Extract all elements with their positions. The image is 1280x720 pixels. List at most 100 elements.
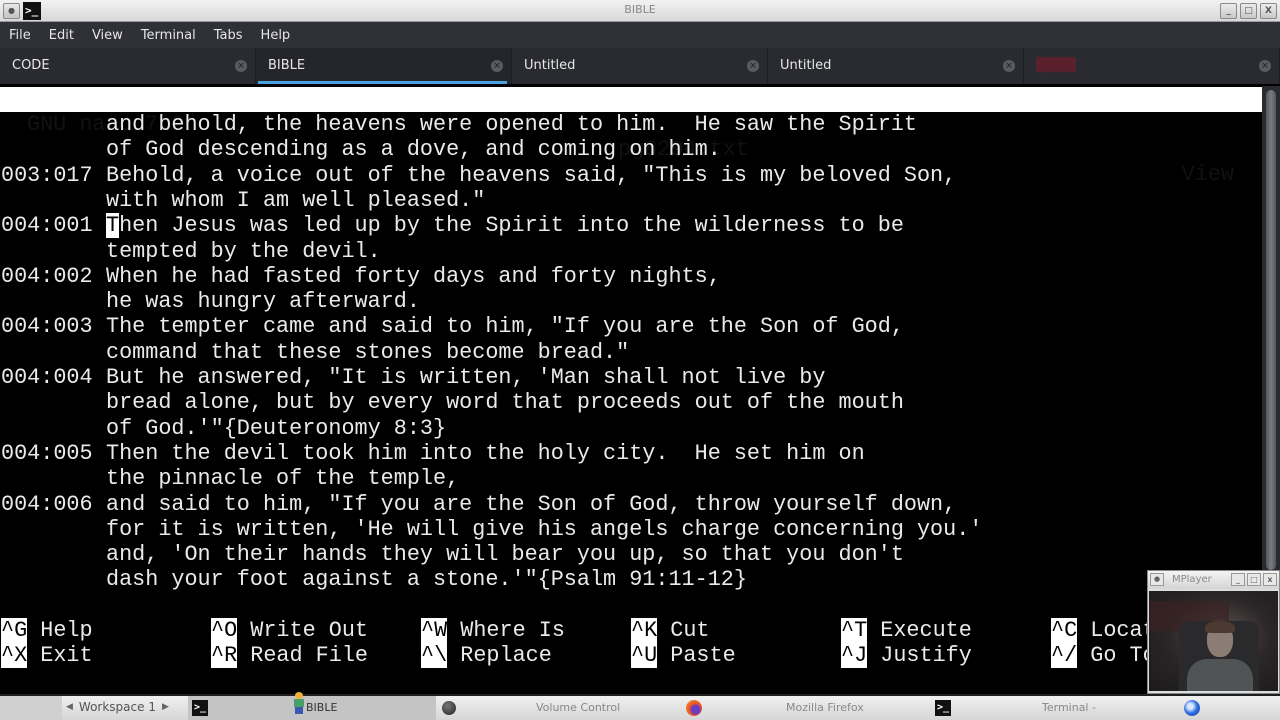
tab-alert[interactable]: ▒▒▒▒ ×	[1024, 48, 1280, 84]
webcam-video	[1149, 591, 1278, 691]
shortcut-cut[interactable]: ^K Cut	[631, 618, 710, 643]
scrollbar-thumb[interactable]	[1266, 90, 1276, 570]
continuation-line: of God.'"{Deuteronomy 8:3}	[1, 416, 446, 441]
tab-close-icon[interactable]: ×	[491, 60, 503, 72]
task-bible[interactable]: >_ BIBLE	[188, 692, 436, 720]
tab-label: CODE	[12, 58, 50, 73]
tab-untitled-2[interactable]: Untitled ×	[768, 48, 1024, 84]
verse-line: 004:005 Then the devil took him into the …	[1, 441, 865, 466]
continuation-line: the pinnacle of the temple,	[1, 466, 459, 491]
menu-terminal[interactable]: Terminal	[141, 28, 196, 43]
menu-tabs[interactable]: Tabs	[214, 28, 243, 43]
verse-text: When he had fasted forty days and forty …	[106, 263, 721, 289]
tab-label: ▒▒▒▒	[1036, 58, 1076, 73]
terminal-icon: >_	[935, 700, 951, 716]
verse-line: 003:017 Behold, a voice out of the heaven…	[1, 163, 956, 188]
verse-text: the pinnacle of the temple,	[106, 466, 460, 492]
maximize-button[interactable]: □	[1240, 3, 1257, 19]
tab-bible[interactable]: BIBLE ×	[256, 48, 512, 84]
verse-reference: 004:004	[1, 365, 93, 390]
nano-header: GNU nano 7.2 pg8294.txt View	[0, 87, 1262, 187]
verse-text: bread alone, but by every word that proc…	[106, 390, 904, 416]
shortcut-paste[interactable]: ^U Paste	[631, 643, 736, 668]
menu-file[interactable]: File	[9, 28, 31, 43]
continuation-line: for it is written, 'He will give his ang…	[1, 517, 982, 542]
verse-reference: 004:003	[1, 314, 93, 340]
tab-close-icon[interactable]: ×	[1259, 60, 1271, 72]
continuation-line: dash your foot against a stone.'"{Psalm …	[1, 567, 747, 592]
continuation-line: he was hungry afterward.	[1, 289, 420, 314]
terminal-icon: >_	[192, 700, 208, 716]
verse-text: of God descending as a dove, and coming …	[106, 137, 721, 163]
continuation-line: command that these stones become bread."	[1, 340, 629, 365]
continuation-line: of God descending as a dove, and coming …	[1, 137, 721, 162]
shortcut-execute[interactable]: ^T Execute	[841, 618, 972, 643]
shortcut-exit[interactable]: ^X Exit	[1, 643, 93, 668]
shortcut-justify[interactable]: ^J Justify	[841, 643, 972, 668]
task-terminal[interactable]: >_ Terminal -	[934, 696, 1180, 720]
task-thunderbird[interactable]	[1182, 696, 1280, 720]
workspace-label: Workspace 1	[78, 700, 156, 714]
continuation-line: bread alone, but by every word that proc…	[1, 390, 904, 415]
verse-text: he was hungry afterward.	[106, 289, 420, 315]
verse-line: 004:003 The tempter came and said to him,…	[1, 314, 904, 339]
verse-line: 004:006 and said to him, "If you are the …	[1, 492, 956, 517]
prev-workspace-icon[interactable]: ◀	[66, 702, 73, 712]
shortcut-read-file[interactable]: ^R Read File	[211, 643, 368, 668]
mplayer-menu-icon[interactable]: ●	[1150, 573, 1164, 586]
verse-text: hen Jesus was led up by the Spirit into …	[119, 213, 904, 239]
tab-close-icon[interactable]: ×	[1003, 60, 1015, 72]
mplayer-minimize-button[interactable]: _	[1231, 573, 1245, 586]
menu-help[interactable]: Help	[261, 28, 291, 43]
nano-mode: View	[1181, 162, 1234, 187]
text-cursor: T	[106, 213, 120, 239]
tab-close-icon[interactable]: ×	[747, 60, 759, 72]
terminal-view[interactable]: GNU nano 7.2 pg8294.txt View and behold,…	[0, 86, 1262, 690]
tab-label: BIBLE	[268, 58, 306, 73]
verse-line: 004:001 Then Jesus was led up by the Spir…	[1, 213, 904, 239]
tab-untitled-1[interactable]: Untitled ×	[512, 48, 768, 84]
shortcut-replace[interactable]: ^\ Replace	[421, 643, 552, 668]
verse-text: and said to him, "If you are the Son of …	[106, 491, 957, 517]
window-title: BIBLE	[624, 3, 656, 16]
taskbar: ◀ Workspace 1 ▶ >_ BIBLE Volume Control …	[0, 692, 1280, 720]
mplayer-close-button[interactable]: x	[1263, 573, 1277, 586]
shortcut-go-to[interactable]: ^/ Go To	[1051, 643, 1156, 668]
verse-reference: 003:017	[1, 162, 93, 188]
task-firefox[interactable]: Mozilla Firefox	[684, 696, 932, 720]
menubar: File Edit View Terminal Tabs Help	[0, 22, 1280, 48]
mplayer-window[interactable]: ● MPlayer _ □ x	[1147, 570, 1280, 694]
verse-text: But he answered, "It is written, 'Man sh…	[106, 365, 826, 390]
verse-text: and, 'On their hands they will bear you …	[106, 542, 904, 568]
tab-close-icon[interactable]: ×	[235, 60, 247, 72]
shortcut-write-out[interactable]: ^O Write Out	[211, 618, 368, 643]
verse-text: and behold, the heavens were opened to h…	[106, 112, 917, 137]
task-volume-control[interactable]: Volume Control	[438, 696, 682, 720]
close-button[interactable]: X	[1260, 3, 1277, 19]
window-titlebar[interactable]: ● >_ BIBLE _ □ X	[0, 0, 1280, 22]
thunderbird-icon	[1184, 700, 1200, 716]
minimize-button[interactable]: _	[1220, 3, 1237, 19]
verse-reference: 004:005	[1, 440, 93, 466]
verse-text: dash your foot against a stone.'"{Psalm …	[106, 567, 747, 593]
tab-bar: CODE × BIBLE × Untitled × Untitled × ▒▒▒…	[0, 48, 1280, 84]
verse-text: Then the devil took him into the holy ci…	[106, 440, 865, 466]
next-workspace-icon[interactable]: ▶	[162, 702, 169, 712]
menu-edit[interactable]: Edit	[49, 28, 74, 43]
verse-line: 004:002 When he had fasted forty days and…	[1, 264, 721, 289]
verse-text: The tempter came and said to him, "If yo…	[106, 314, 904, 340]
mplayer-maximize-button[interactable]: □	[1247, 573, 1261, 586]
workspace-switcher[interactable]: ◀ Workspace 1 ▶	[66, 700, 169, 714]
tab-label: Untitled	[780, 58, 832, 73]
menu-view[interactable]: View	[92, 28, 123, 43]
shortcut-where-is[interactable]: ^W Where Is	[421, 618, 565, 643]
tab-code[interactable]: CODE ×	[0, 48, 256, 84]
volume-icon	[442, 701, 456, 715]
verse-text: Behold, a voice out of the heavens said,…	[106, 162, 957, 188]
mplayer-title: MPlayer	[1172, 574, 1212, 585]
continuation-line: tempted by the devil.	[1, 239, 381, 264]
shortcut-location[interactable]: ^C Locat	[1051, 618, 1156, 643]
shortcut-help[interactable]: ^G Help	[1, 618, 93, 643]
mplayer-titlebar[interactable]: ● MPlayer _ □ x	[1148, 571, 1279, 589]
person-icon	[292, 692, 306, 714]
